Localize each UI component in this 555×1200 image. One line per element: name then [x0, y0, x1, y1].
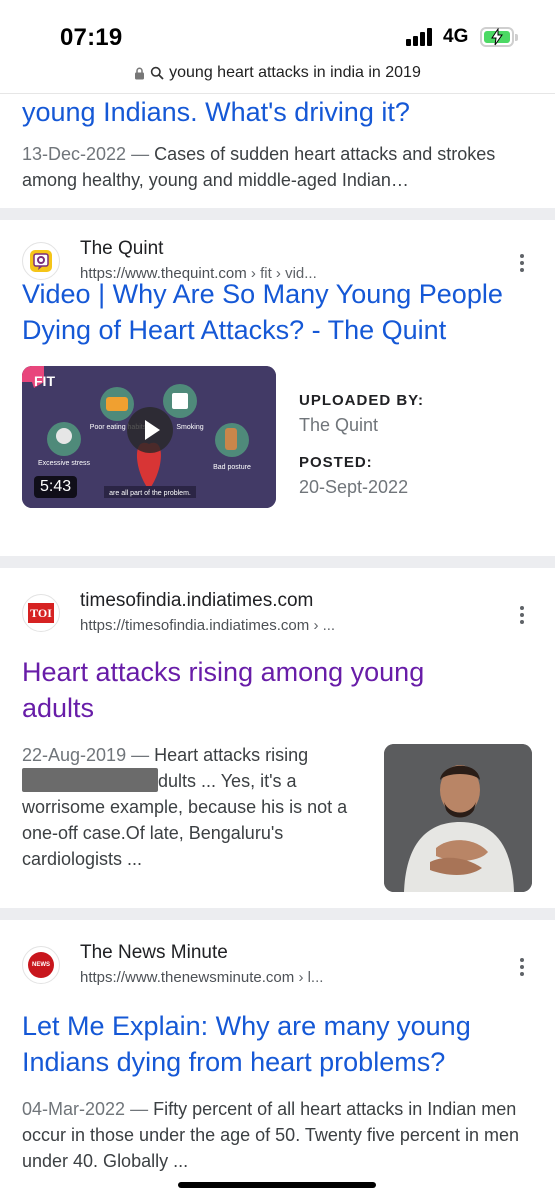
url-bar[interactable]: young heart attacks in india in 2019 [0, 62, 555, 94]
status-time: 07:19 [60, 24, 123, 51]
uploaded-by-label: UPLOADED BY: [299, 392, 425, 409]
video-duration: 5:43 [34, 476, 78, 498]
result-snippet: 13-Dec-2022 — Cases of sudden heart atta… [22, 144, 496, 190]
url-query: young heart attacks in india in 2019 [169, 64, 421, 81]
svg-text:Smoking: Smoking [176, 424, 203, 431]
toi-favicon-icon: TOI [22, 594, 60, 632]
result-date: 04-Mar-2022 [22, 1099, 126, 1119]
site-name: The News Minute [80, 942, 228, 963]
result-title-link[interactable]: Video | Why Are So Many Young People Dyi… [22, 276, 537, 348]
more-options-icon[interactable] [512, 956, 532, 980]
posted-label: POSTED: [299, 454, 373, 471]
search-icon [150, 66, 164, 80]
video-thumbnail[interactable]: FIT Poor eating habits Smoking Excessive… [22, 366, 276, 508]
svg-text:Excessive stress: Excessive stress [38, 460, 91, 467]
result-image-thumbnail[interactable] [384, 744, 532, 892]
home-indicator[interactable] [178, 1182, 376, 1188]
svg-text:are all part of the problem.: are all part of the problem. [109, 490, 191, 497]
man-clutching-chest-image [384, 744, 532, 892]
site-url: https://timesofindia.indiatimes.com › ..… [80, 617, 336, 634]
site-url: https://www.thenewsminute.com › l... [80, 969, 324, 986]
newsminute-favicon-icon: NEWS [22, 946, 60, 984]
result-date: 22-Aug-2019 [22, 745, 127, 765]
more-options-icon[interactable] [512, 604, 532, 628]
result-source[interactable]: TOI timesofindia.indiatimes.com https://… [22, 590, 532, 646]
network-type: 4G [443, 26, 469, 47]
signal-strength-icon [406, 28, 436, 46]
result-separator [0, 908, 555, 920]
result-separator [0, 208, 555, 220]
result-source[interactable]: NEWS The News Minute https://www.thenews… [22, 942, 532, 998]
result-separator [0, 556, 555, 568]
lock-icon [135, 67, 145, 79]
thequint-favicon-icon [22, 242, 60, 280]
site-name: The Quint [80, 238, 164, 259]
status-bar: 07:19 4G [0, 0, 555, 62]
result-title-link[interactable]: young Indians. What's driving it? [22, 94, 410, 130]
play-icon[interactable] [127, 407, 173, 453]
search-result: The Quint https://www.thequint.com › fit… [0, 220, 555, 556]
uploaded-by-value: The Quint [299, 415, 379, 435]
redacted-text-block [22, 768, 158, 792]
svg-text:FIT: FIT [34, 373, 55, 389]
search-result: NEWS The News Minute https://www.thenews… [0, 920, 555, 1200]
result-date: 13-Dec-2022 [22, 144, 127, 164]
result-title-link[interactable]: Heart attacks rising among young adults [22, 654, 492, 726]
result-snippet: 04-Mar-2022 — Fifty percent of all heart… [22, 1099, 519, 1171]
battery-charging-icon [480, 27, 518, 47]
svg-text:Bad posture: Bad posture [213, 464, 251, 471]
more-options-icon[interactable] [512, 252, 532, 276]
search-result: TOI timesofindia.indiatimes.com https://… [0, 568, 555, 908]
search-result: young Indians. What's driving it? 13-Dec… [0, 94, 555, 208]
posted-date: 20-Sept-2022 [299, 477, 409, 497]
result-snippet: 22-Aug-2019 — Heart attacks rising dults … [22, 745, 348, 869]
site-name: timesofindia.indiatimes.com [80, 590, 314, 611]
result-title-link[interactable]: Let Me Explain: Why are many young India… [22, 1008, 532, 1080]
